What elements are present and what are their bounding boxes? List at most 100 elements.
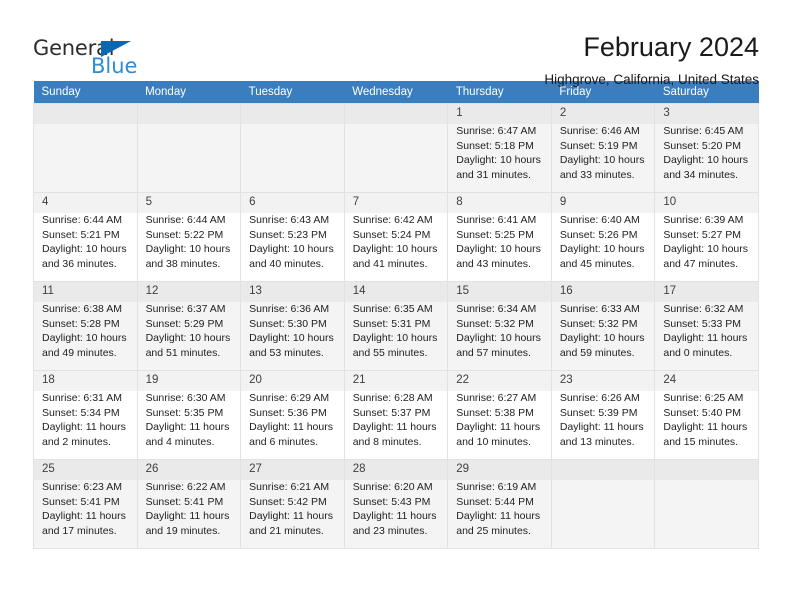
calendar-day-cell[interactable]: 13 Sunrise: 6:36 AM Sunset: 5:30 PM Dayligh…	[240, 281, 345, 371]
calendar-day-cell[interactable]: 14 Sunrise: 6:35 AM Sunset: 5:31 PM Dayligh…	[343, 281, 449, 371]
calendar-day-cell[interactable]: 4 Sunrise: 6:44 AM Sunset: 5:21 PM Daylight…	[33, 192, 138, 282]
day-details: Sunrise: 6:28 AM Sunset: 5:37 PM Daylight:…	[345, 391, 448, 451]
day-number: 27	[241, 460, 344, 480]
calendar-day-cell[interactable]: 18 Sunrise: 6:31 AM Sunset: 5:34 PM Dayligh…	[33, 370, 138, 460]
daylight-text: Daylight: 10 hours and 36 minutes.	[42, 243, 127, 271]
sunset-text: Sunset: 5:44 PM	[456, 495, 534, 508]
day-number	[34, 104, 137, 124]
calendar-day-cell[interactable]: 24 Sunrise: 6:25 AM Sunset: 5:40 PM Dayligh…	[654, 370, 759, 460]
day-details: Sunrise: 6:44 AM Sunset: 5:21 PM Daylight:…	[34, 213, 137, 273]
sunrise-text: Sunrise: 6:35 AM	[352, 302, 433, 315]
sunset-text: Sunset: 5:37 PM	[352, 406, 431, 419]
sunset-text: Sunset: 5:41 PM	[42, 495, 120, 508]
day-details: Sunrise: 6:36 AM Sunset: 5:30 PM Daylight:…	[241, 302, 344, 362]
weekday-header-thursday: Thursday	[447, 81, 552, 104]
day-number: 11	[34, 282, 137, 302]
sunrise-text: Sunrise: 6:41 AM	[456, 213, 537, 226]
sunrise-text: Sunrise: 6:42 AM	[352, 213, 433, 226]
daylight-text: Daylight: 10 hours and 41 minutes.	[352, 243, 438, 271]
sunset-text: Sunset: 5:43 PM	[352, 495, 431, 508]
sunset-text: Sunset: 5:32 PM	[456, 317, 534, 330]
calendar-cell-empty	[654, 459, 759, 549]
day-cell-inner: 15 Sunrise: 6:34 AM Sunset: 5:32 PM Dayligh…	[448, 282, 551, 370]
daylight-text: Daylight: 10 hours and 45 minutes.	[559, 243, 645, 271]
day-cell-inner: 9 Sunrise: 6:40 AM Sunset: 5:26 PM Daylight…	[551, 193, 655, 281]
sunset-text: Sunset: 5:26 PM	[559, 228, 638, 241]
day-cell-inner: 3 Sunrise: 6:45 AM Sunset: 5:20 PM Daylight…	[655, 104, 758, 192]
daylight-text: Daylight: 11 hours and 2 minutes.	[42, 421, 126, 449]
sunset-text: Sunset: 5:29 PM	[145, 317, 224, 330]
day-cell-inner: 25 Sunrise: 6:23 AM Sunset: 5:41 PM Dayligh…	[34, 460, 137, 548]
calendar-day-cell[interactable]: 8 Sunrise: 6:41 AM Sunset: 5:25 PM Daylight…	[447, 192, 552, 282]
page-title: February 2024	[583, 32, 759, 62]
calendar-day-cell[interactable]: 9 Sunrise: 6:40 AM Sunset: 5:26 PM Daylight…	[550, 192, 656, 282]
day-cell-inner: 29 Sunrise: 6:19 AM Sunset: 5:44 PM Dayligh…	[448, 460, 551, 548]
sunset-text: Sunset: 5:32 PM	[559, 317, 638, 330]
daylight-text: Daylight: 11 hours and 21 minutes.	[249, 510, 333, 538]
sunset-text: Sunset: 5:31 PM	[352, 317, 431, 330]
calendar-day-cell[interactable]: 26 Sunrise: 6:22 AM Sunset: 5:41 PM Dayligh…	[136, 459, 242, 549]
sunset-text: Sunset: 5:18 PM	[456, 139, 534, 152]
day-details: Sunrise: 6:40 AM Sunset: 5:26 PM Daylight:…	[552, 213, 655, 273]
calendar-day-cell[interactable]: 5 Sunrise: 6:44 AM Sunset: 5:22 PM Daylight…	[136, 192, 242, 282]
weekday-header-tuesday: Tuesday	[240, 81, 345, 104]
calendar-day-cell[interactable]: 15 Sunrise: 6:34 AM Sunset: 5:32 PM Dayligh…	[447, 281, 552, 371]
calendar-day-cell[interactable]: 16 Sunrise: 6:33 AM Sunset: 5:32 PM Dayligh…	[550, 281, 656, 371]
calendar-day-cell[interactable]: 29 Sunrise: 6:19 AM Sunset: 5:44 PM Dayligh…	[447, 459, 552, 549]
day-details: Sunrise: 6:34 AM Sunset: 5:32 PM Daylight:…	[448, 302, 551, 362]
calendar-day-cell[interactable]: 10 Sunrise: 6:39 AM Sunset: 5:27 PM Dayligh…	[654, 192, 759, 282]
weekday-header-wednesday: Wednesday	[344, 81, 448, 104]
day-cell-inner: 14 Sunrise: 6:35 AM Sunset: 5:31 PM Dayligh…	[344, 282, 448, 370]
day-details: Sunrise: 6:46 AM Sunset: 5:19 PM Daylight:…	[552, 124, 655, 184]
day-cell-inner	[344, 104, 448, 192]
day-number: 1	[448, 104, 551, 124]
calendar-day-cell[interactable]: 22 Sunrise: 6:27 AM Sunset: 5:38 PM Dayligh…	[447, 370, 552, 460]
day-details: Sunrise: 6:25 AM Sunset: 5:40 PM Daylight:…	[655, 391, 758, 451]
sunrise-text: Sunrise: 6:36 AM	[249, 302, 330, 315]
day-cell-inner: 1 Sunrise: 6:47 AM Sunset: 5:18 PM Daylight…	[448, 104, 551, 192]
calendar-day-cell[interactable]: 21 Sunrise: 6:28 AM Sunset: 5:37 PM Dayligh…	[343, 370, 449, 460]
calendar-day-cell[interactable]: 20 Sunrise: 6:29 AM Sunset: 5:36 PM Dayligh…	[240, 370, 345, 460]
calendar-day-cell[interactable]: 3 Sunrise: 6:45 AM Sunset: 5:20 PM Daylight…	[654, 103, 759, 193]
sunrise-text: Sunrise: 6:19 AM	[456, 480, 537, 493]
calendar-day-cell[interactable]: 6 Sunrise: 6:43 AM Sunset: 5:23 PM Daylight…	[240, 192, 345, 282]
day-cell-inner: 4 Sunrise: 6:44 AM Sunset: 5:21 PM Daylight…	[34, 193, 137, 281]
calendar-day-cell[interactable]: 7 Sunrise: 6:42 AM Sunset: 5:24 PM Daylight…	[343, 192, 449, 282]
general-blue-logo[interactable]: General Blue	[33, 30, 163, 82]
day-cell-inner	[34, 104, 137, 192]
day-number: 7	[344, 193, 448, 213]
calendar-day-cell[interactable]: 17 Sunrise: 6:32 AM Sunset: 5:33 PM Dayligh…	[654, 281, 759, 371]
daylight-text: Daylight: 10 hours and 31 minutes.	[456, 154, 541, 182]
sunrise-text: Sunrise: 6:45 AM	[663, 124, 744, 137]
sunset-text: Sunset: 5:35 PM	[145, 406, 224, 419]
day-number: 3	[655, 104, 758, 124]
sunrise-text: Sunrise: 6:44 AM	[145, 213, 226, 226]
day-number: 4	[34, 193, 137, 213]
day-cell-inner: 18 Sunrise: 6:31 AM Sunset: 5:34 PM Dayligh…	[34, 371, 137, 459]
calendar-day-cell[interactable]: 2 Sunrise: 6:46 AM Sunset: 5:19 PM Daylight…	[550, 103, 656, 193]
calendar-day-cell[interactable]: 11 Sunrise: 6:38 AM Sunset: 5:28 PM Dayligh…	[33, 281, 138, 371]
daylight-text: Daylight: 10 hours and 40 minutes.	[249, 243, 334, 271]
daylight-text: Daylight: 10 hours and 57 minutes.	[456, 332, 541, 360]
calendar-day-cell[interactable]: 28 Sunrise: 6:20 AM Sunset: 5:43 PM Dayligh…	[343, 459, 449, 549]
calendar-day-cell[interactable]: 19 Sunrise: 6:30 AM Sunset: 5:35 PM Dayligh…	[136, 370, 242, 460]
calendar-day-cell[interactable]: 1 Sunrise: 6:47 AM Sunset: 5:18 PM Daylight…	[447, 103, 552, 193]
calendar-day-cell[interactable]: 25 Sunrise: 6:23 AM Sunset: 5:41 PM Dayligh…	[33, 459, 138, 549]
sunset-text: Sunset: 5:42 PM	[249, 495, 327, 508]
day-number: 16	[551, 282, 655, 302]
day-number: 25	[34, 460, 137, 480]
day-number: 22	[448, 371, 551, 391]
daylight-text: Daylight: 11 hours and 15 minutes.	[663, 421, 748, 449]
calendar-day-cell[interactable]: 27 Sunrise: 6:21 AM Sunset: 5:42 PM Dayligh…	[240, 459, 345, 549]
day-details: Sunrise: 6:31 AM Sunset: 5:34 PM Daylight:…	[34, 391, 137, 451]
page-header: General Blue February 2024 Highgrove, Ca…	[33, 0, 759, 87]
day-details: Sunrise: 6:32 AM Sunset: 5:33 PM Daylight:…	[655, 302, 758, 362]
day-details: Sunrise: 6:35 AM Sunset: 5:31 PM Daylight:…	[345, 302, 448, 362]
calendar-day-cell[interactable]: 12 Sunrise: 6:37 AM Sunset: 5:29 PM Dayligh…	[136, 281, 242, 371]
daylight-text: Daylight: 10 hours and 43 minutes.	[456, 243, 541, 271]
day-cell-inner: 6 Sunrise: 6:43 AM Sunset: 5:23 PM Daylight…	[241, 193, 344, 281]
calendar-day-cell[interactable]: 23 Sunrise: 6:26 AM Sunset: 5:39 PM Dayligh…	[550, 370, 656, 460]
day-cell-inner: 5 Sunrise: 6:44 AM Sunset: 5:22 PM Daylight…	[137, 193, 241, 281]
sunrise-text: Sunrise: 6:47 AM	[456, 124, 537, 137]
day-number: 18	[34, 371, 137, 391]
